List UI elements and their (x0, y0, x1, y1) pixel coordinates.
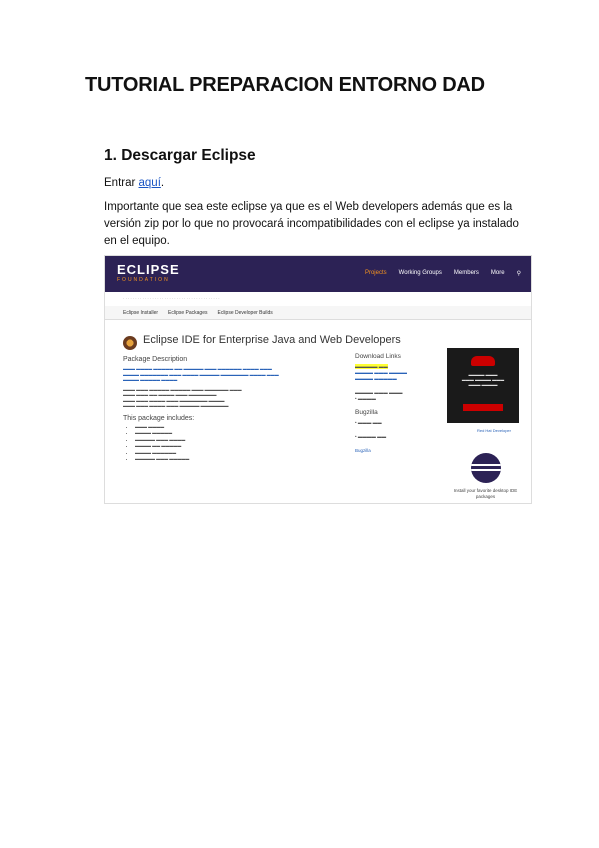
note-paragraph: Importante que sea este eclipse ya que e… (104, 201, 519, 247)
eclipse-logo-main: ECLIPSE (117, 262, 180, 277)
search-icon: ⚲ (516, 271, 521, 277)
description-text: ▬▬▬ ▬▬▬▬ ▬▬▬▬▬ ▬▬ ▬▬▬▬▬ ▬▬▬ ▬▬▬▬▬▬ ▬▬▬▬ … (123, 366, 279, 382)
subtab-packages: Eclipse Packages (168, 309, 208, 316)
section-heading: 1. Descargar Eclipse (104, 147, 256, 164)
download-links-column: Download Links ▬▬▬▬▬ ▬▬ ▬▬▬▬ ▬▬▬ ▬▬▬▬ ▬▬… (355, 353, 435, 454)
includes-list: ▬▬▬ ▬▬▬▬ ▬▬▬▬ ▬▬▬▬▬ ▬▬▬▬▬ ▬▬▬ ▬▬▬▬ ▬▬▬▬ … (123, 424, 343, 463)
includes-heading: This package includes: (123, 414, 195, 422)
package-description-heading: Package Description (123, 356, 188, 363)
red-hat-logo-icon (471, 356, 495, 366)
bugzilla-link: Bugzilla (355, 448, 371, 453)
download-link-linux: ▬▬▬▬ ▬▬▬▬▬ (355, 376, 397, 381)
bug-open: • ▬▬▬ ▬▬ (355, 420, 382, 425)
package-icon (123, 336, 137, 350)
ad-text: ▬▬▬▬ ▬▬▬ ▬▬▬ ▬▬▬▬ ▬▬▬ ▬▬▬ ▬▬▬▬ (461, 372, 505, 387)
package-description-column: Package Description ▬▬▬ ▬▬▬▬ ▬▬▬▬▬ ▬▬ ▬▬… (123, 356, 343, 463)
nav-members: Members (453, 270, 479, 276)
eclipse-header: ECLIPSE FOUNDATION Projects Working Grou… (105, 256, 531, 292)
red-hat-ad: ▬▬▬▬ ▬▬▬ ▬▬▬ ▬▬▬▬ ▬▬▬ ▬▬▬ ▬▬▬▬ (447, 348, 519, 423)
checksums: • ▬▬▬▬ (355, 396, 376, 401)
description-links: ▬▬▬ ▬▬▬ ▬▬▬▬▬ ▬▬▬▬▬ ▬▬▬ ▬▬▬▬▬▬ ▬▬▬ ▬▬▬ ▬▬… (123, 386, 242, 409)
subtab-developer-builds: Eclipse Developer Builds (217, 309, 273, 316)
download-link[interactable]: aquí (139, 177, 161, 189)
bug-resolved: • ▬▬▬▬ ▬▬ (355, 434, 387, 439)
instruction-prefix: Entrar (104, 177, 139, 189)
breadcrumb: · · · · · · · · · · · · · · · · · · · · … (123, 296, 220, 301)
document-title: TUTORIAL PREPARACION ENTORNO DAD (85, 74, 485, 96)
install-caption: Install your favorite desktop IDE packag… (453, 488, 518, 499)
nav-more: More (490, 270, 505, 276)
download-links-heading: Download Links (355, 353, 401, 360)
list-item: ▬▬▬▬▬ ▬▬▬ ▬▬▬▬▬ (135, 456, 343, 463)
instruction-paragraph: Entrar aquí. (104, 175, 164, 192)
eclipse-logo: ECLIPSE FOUNDATION (117, 263, 180, 284)
nav-projects: Projects (364, 270, 387, 276)
ad-button (463, 404, 503, 411)
subtab-installer: Eclipse Installer (123, 309, 159, 316)
ad-caption: Red Hat Developer (476, 428, 511, 433)
eclipse-logo-sub: FOUNDATION (117, 277, 170, 283)
eclipse-top-nav: Projects Working Groups Members More ⚲ (365, 270, 521, 277)
bugzilla-heading: Bugzilla (355, 409, 378, 416)
eclipse-download-screenshot: ECLIPSE FOUNDATION Projects Working Grou… (104, 255, 532, 504)
package-title: Eclipse IDE for Enterprise Java and Web … (143, 334, 401, 346)
eclipse-circle-logo-icon (471, 453, 501, 483)
instruction-suffix: . (160, 177, 165, 189)
package-subtabs: Eclipse Installer Eclipse Packages Eclip… (105, 306, 531, 320)
nav-working-groups: Working Groups (398, 270, 442, 276)
